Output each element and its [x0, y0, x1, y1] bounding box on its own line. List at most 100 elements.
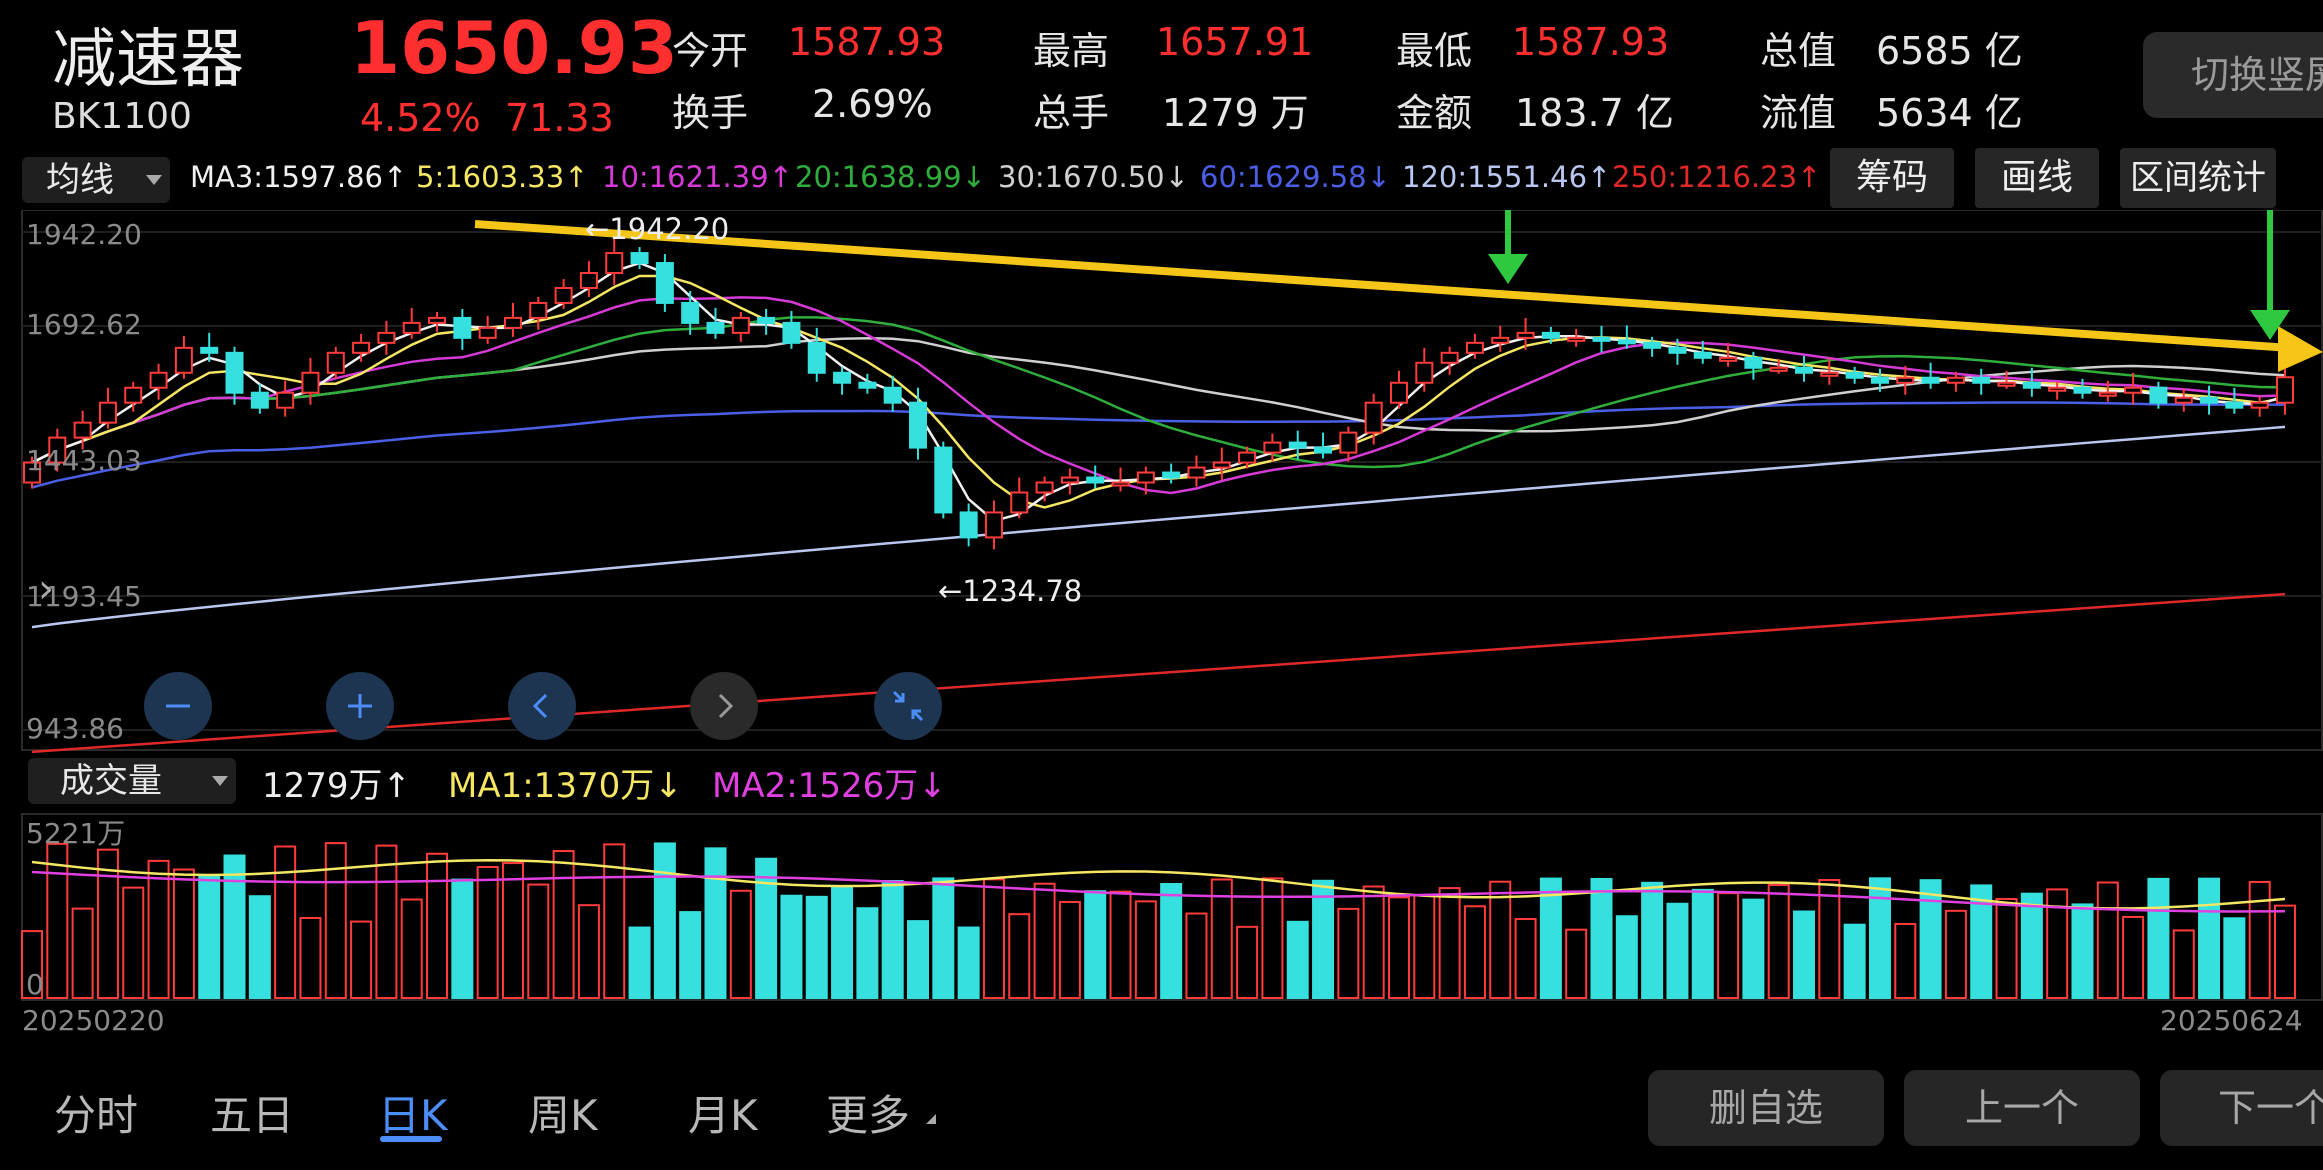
candle-body-48 [1238, 451, 1257, 464]
remove-watchlist-button[interactable]: 删自选 [1648, 1070, 1884, 1146]
current-price: 1650.93 [350, 6, 678, 90]
candle-body-34 [883, 386, 902, 404]
tab-daily-k[interactable]: 日K [378, 1082, 448, 1143]
tab-monthly-k[interactable]: 月K [688, 1082, 758, 1143]
candle-body-56 [1440, 351, 1459, 364]
candle-body-60 [1541, 331, 1560, 339]
volume-bar-83 [2122, 915, 2145, 1000]
volume-bar-10 [274, 845, 297, 1000]
candle-body-46 [1187, 466, 1206, 479]
volume-bar-54 [1387, 896, 1410, 1000]
volume-bar-46 [1185, 912, 1208, 999]
reset-zoom-button[interactable] [874, 672, 942, 740]
y-label-3: 1443.03 [26, 444, 142, 477]
sector-code: BK1100 [52, 96, 192, 137]
volume-bar-17 [451, 878, 474, 1000]
volume-bar-25 [653, 842, 676, 1000]
volume-bar-24 [628, 926, 651, 1000]
candle-body-9 [250, 391, 269, 409]
volume-bar-59 [1514, 918, 1537, 1000]
volume-bar-21 [552, 850, 575, 999]
range-stats-button[interactable]: 区间统计 [2120, 148, 2276, 208]
candle-body-17 [453, 316, 472, 339]
ma-legend-0: MA3:1597.86↑ [190, 160, 408, 194]
stat-label-open: 今开 [672, 29, 749, 73]
volume-bar-84 [2147, 877, 2170, 999]
stat-label-low: 最低 [1396, 29, 1473, 73]
volume-bar-63 [1615, 915, 1638, 999]
change-amount: 71.33 [505, 96, 614, 140]
scroll-right-button[interactable] [690, 672, 758, 740]
volume-bar-52 [1337, 907, 1360, 999]
candle-body-53 [1364, 401, 1383, 434]
volume-bar-13 [350, 920, 373, 1000]
candle-body-80 [2048, 386, 2067, 392]
volume-bar-2 [71, 907, 94, 999]
candle-body-59 [1516, 331, 1535, 339]
sector-name: 减速器 [52, 23, 244, 97]
scroll-left-button[interactable] [508, 672, 576, 740]
candle-body-73 [1870, 376, 1889, 384]
stat-value-volume: 1279 万 [1162, 91, 1309, 135]
volume-bar-85 [2172, 929, 2195, 1000]
tab-five-day[interactable]: 五日 [210, 1082, 294, 1143]
zoom-out-button[interactable] [144, 672, 212, 740]
volume-bar-1 [46, 842, 69, 1000]
candle-body-65 [1668, 346, 1687, 354]
volume-bar-5 [147, 859, 170, 1000]
candle-body-89 [2276, 376, 2294, 404]
volume-bar-18 [476, 866, 499, 999]
volume-bar-58 [1489, 880, 1512, 999]
draw-line-button[interactable]: 画线 [1975, 148, 2099, 208]
volume-bar-74 [1894, 922, 1917, 999]
candle-body-31 [807, 341, 826, 374]
kline-chart[interactable] [0, 210, 2323, 1050]
active-tab-indicator [380, 1136, 442, 1142]
volume-bar-48 [1236, 925, 1259, 999]
volume-bar-76 [1944, 909, 1967, 1000]
tab-weekly-k[interactable]: 周K [528, 1082, 598, 1143]
candle-body-18 [478, 326, 497, 339]
volume-bar-39 [1008, 913, 1031, 999]
more-caret-icon [926, 1114, 936, 1124]
candle-body-27 [706, 321, 725, 334]
volume-bar-29 [755, 857, 778, 1000]
volume-bar-16 [426, 852, 449, 999]
switch-orientation-button[interactable]: 切换竖屏 [2143, 32, 2323, 118]
indicator-select[interactable]: 均线 [22, 157, 170, 203]
candle-body-68 [1744, 356, 1763, 369]
candle-body-64 [1643, 341, 1662, 349]
previous-button[interactable]: 上一个 [1904, 1070, 2140, 1146]
volume-ma1: MA1:1370万↓ [448, 766, 683, 806]
candle-body-66 [1693, 351, 1712, 359]
volume-bar-11 [299, 917, 322, 999]
plus-icon [348, 694, 372, 718]
tab-more[interactable]: 更多 [826, 1082, 910, 1143]
trend-arrow-head [2278, 326, 2323, 372]
chevron-left-icon [532, 693, 548, 719]
volume-indicator-select[interactable]: 成交量 [28, 758, 236, 804]
candle-body-63 [1617, 339, 1636, 345]
low-marker: ←1234.78 [938, 574, 1083, 608]
stat-value-float-cap: 5634 亿 [1876, 91, 2023, 135]
volume-bar-71 [1818, 878, 1841, 1000]
ma5-line [31, 274, 2286, 509]
candle-body-15 [402, 321, 421, 334]
candle-body-85 [2174, 396, 2193, 404]
ma20-line [31, 316, 2286, 469]
volume-bar-51 [1312, 879, 1335, 1000]
chips-button[interactable]: 筹码 [1830, 148, 1954, 208]
volume-bar-78 [1995, 898, 2018, 999]
collapse-icon [892, 690, 924, 722]
zoom-in-button[interactable] [326, 672, 394, 740]
tab-intraday[interactable]: 分时 [54, 1082, 138, 1143]
expand-sidebar-icon[interactable]: › [38, 566, 54, 612]
date-end: 20250624 [2160, 1004, 2303, 1037]
candle-body-4 [124, 386, 143, 404]
next-button[interactable]: 下一个 [2160, 1070, 2323, 1146]
candle-body-50 [1288, 441, 1307, 449]
volume-bar-73 [1868, 877, 1891, 1000]
candle-body-71 [1820, 371, 1839, 377]
minus-icon [166, 704, 190, 708]
candle-body-49 [1263, 441, 1282, 454]
